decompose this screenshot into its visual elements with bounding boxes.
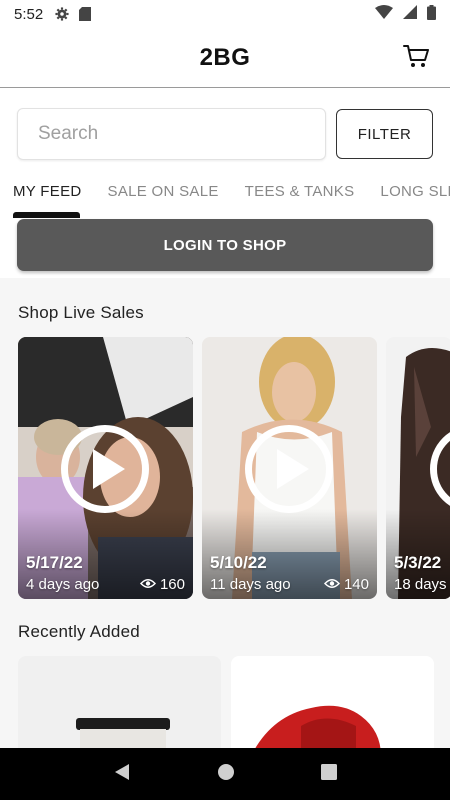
category-tabs: MY FEED SALE ON SALE TEES & TANKS LONG S… — [0, 178, 450, 218]
sale-date: 5/10/22 — [210, 553, 267, 572]
recently-added-title: Recently Added — [18, 622, 140, 641]
status-right — [375, 4, 436, 24]
search-input[interactable] — [17, 108, 326, 160]
recents-icon[interactable] — [321, 763, 337, 785]
active-tab-indicator — [13, 212, 80, 218]
live-sale-card[interactable]: 5/10/22 11 days ago 140 — [202, 337, 377, 599]
search-region: FILTER MY FEED SALE ON SALE TEES & TANKS… — [0, 88, 450, 278]
product-image — [18, 656, 221, 756]
system-nav-bar — [0, 748, 450, 800]
view-count-value: 160 — [159, 576, 185, 593]
sale-date: 5/17/22 — [26, 553, 83, 572]
sd-card-icon — [79, 7, 92, 21]
app-bar: 2BG — [0, 28, 450, 88]
login-to-shop-button[interactable]: LOGIN TO SHOP — [17, 219, 433, 271]
signal-icon — [403, 5, 417, 23]
status-bar: 5:52 — [0, 0, 450, 28]
live-sale-card[interactable]: 5/17/22 4 days ago 160 — [18, 337, 193, 599]
product-card[interactable] — [18, 656, 221, 756]
product-image — [231, 656, 434, 756]
sale-age: 4 days ago — [26, 576, 100, 593]
battery-icon — [427, 4, 436, 24]
live-sales-carousel[interactable]: 5/17/22 4 days ago 160 5/10/22 11 days a… — [18, 337, 450, 599]
product-card[interactable] — [231, 656, 434, 756]
gear-icon — [55, 7, 69, 21]
tab-long-sleeve[interactable]: LONG SLE — [367, 178, 450, 206]
cart-button[interactable] — [402, 44, 430, 72]
sale-age: 11 days ago — [210, 576, 291, 593]
sale-date: 5/3/22 — [394, 553, 442, 572]
tab-tees-and-tanks[interactable]: TEES & TANKS — [232, 178, 368, 206]
play-icon[interactable] — [245, 425, 333, 513]
live-sales-title: Shop Live Sales — [18, 303, 144, 322]
play-icon[interactable] — [61, 425, 149, 513]
view-count-value: 140 — [343, 576, 369, 593]
app-screen: 5:52 2BG FILTER — [0, 0, 450, 800]
view-count: 140 — [323, 576, 369, 593]
eye-icon — [323, 576, 340, 593]
tab-sale-on-sale[interactable]: SALE ON SALE — [95, 178, 232, 206]
status-time: 5:52 — [14, 5, 44, 23]
sale-age: 18 days — [394, 576, 447, 593]
view-count: 160 — [139, 576, 185, 593]
live-sale-card[interactable]: 5/3/22 18 days — [386, 337, 450, 599]
tab-my-feed[interactable]: MY FEED — [0, 178, 95, 206]
home-icon[interactable] — [217, 763, 235, 786]
cart-icon — [403, 44, 429, 73]
wifi-icon — [375, 5, 393, 23]
recently-added-list — [18, 656, 434, 756]
app-title: 2BG — [199, 43, 251, 71]
filter-button[interactable]: FILTER — [336, 109, 433, 159]
back-icon[interactable] — [113, 763, 131, 786]
eye-icon — [139, 576, 156, 593]
